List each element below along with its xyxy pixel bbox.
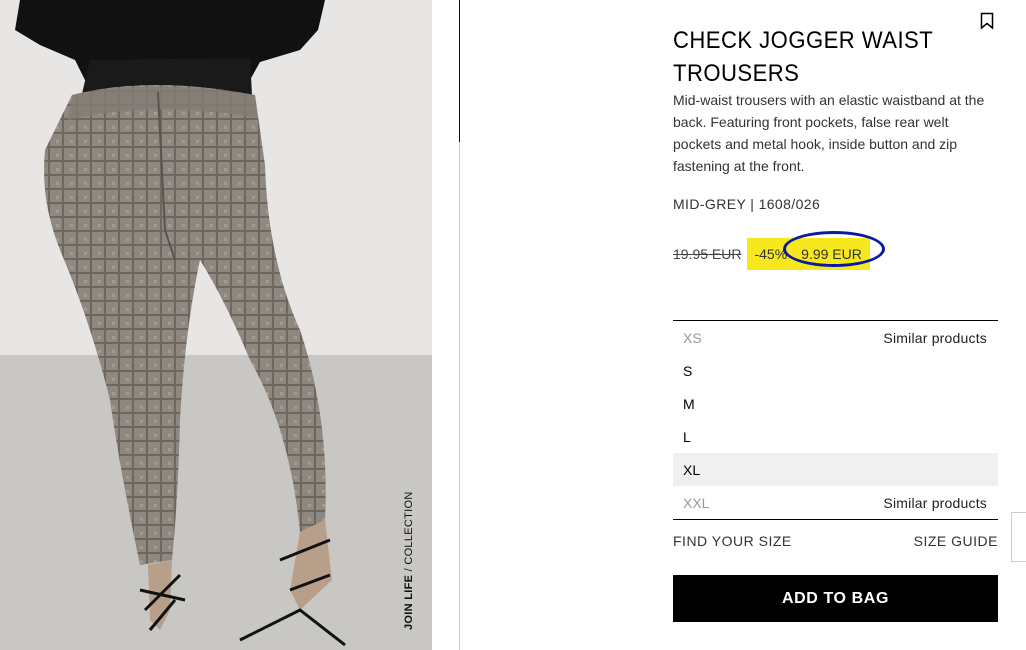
size-label: XL [683,461,701,478]
old-price: 19.95 EUR [673,246,742,262]
similar-products-link[interactable]: Similar products [883,495,987,511]
size-option-xl[interactable]: XL [673,453,998,486]
size-option-m[interactable]: M [673,387,998,420]
size-option-l[interactable]: L [673,420,998,453]
column-divider-dark [459,0,460,142]
price-highlight: -45% 9.99 EUR [747,231,886,270]
product-description: Mid-waist trousers with an elastic waist… [673,92,985,174]
join-life-suffix: / COLLECTION [403,491,415,575]
join-life-brand: JOIN LIFE [403,574,415,630]
product-photo: JOIN LIFE / COLLECTION [0,0,432,650]
size-label: XXL [683,494,710,511]
side-panel-tab[interactable] [1011,512,1026,562]
color-reference: MID-GREY | 1608/026 [673,196,821,212]
find-your-size-link[interactable]: FIND YOUR SIZE [673,533,792,549]
similar-products-link[interactable]: Similar products [883,330,987,346]
current-price: 9.99 EUR [783,231,886,267]
add-to-bag-button[interactable]: ADD TO BAG [673,575,998,622]
size-selector: XS Similar products S M L XL XXL Similar… [673,320,998,520]
size-guide-link[interactable]: SIZE GUIDE [914,533,998,549]
bookmark-icon[interactable] [980,12,994,30]
size-label: XS [683,329,702,346]
price-circle-annotation [783,231,886,267]
size-label: S [683,362,693,379]
product-title: CHECK JOGGER WAIST TROUSERS [673,27,933,88]
size-option-s[interactable]: S [673,354,998,387]
size-label: M [683,395,695,412]
size-help-links: FIND YOUR SIZE SIZE GUIDE [673,533,998,549]
size-label: L [683,428,691,445]
join-life-caption: JOIN LIFE / COLLECTION [403,491,415,630]
size-option-xs[interactable]: XS Similar products [673,321,998,354]
size-option-xxl[interactable]: XXL Similar products [673,486,998,519]
price-row: 19.95 EUR -45% 9.99 EUR [673,231,886,270]
